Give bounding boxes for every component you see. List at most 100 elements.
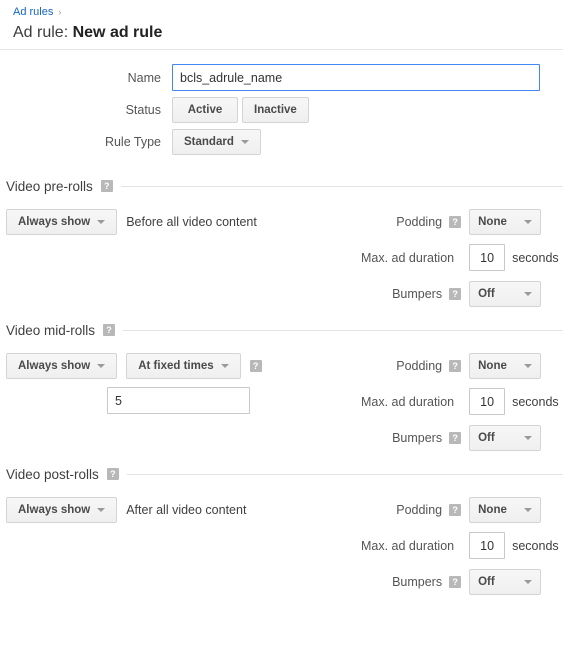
post-rolls-bumpers-dropdown[interactable]: Off — [469, 568, 542, 595]
mid-rolls-duration-control: seconds — [461, 388, 563, 415]
post-rolls-bumpers-value: Off — [478, 575, 495, 588]
mid-rolls-podding-control: None — [461, 352, 563, 379]
mid-rolls-times-wrapper — [6, 387, 361, 414]
section-video-post-rolls: Video post-rolls ? Always show After all… — [0, 463, 563, 595]
pre-rolls-podding-dropdown[interactable]: None — [469, 208, 542, 235]
chevron-down-icon — [97, 219, 106, 224]
status-active-button[interactable]: Active — [172, 97, 238, 123]
help-icon-bumpers-mid[interactable]: ? — [449, 431, 462, 444]
status-toggle-group: Active Inactive — [172, 97, 309, 123]
section-body-mid-rolls: Always show At fixed times ? Podding ? — [0, 341, 563, 451]
post-rolls-description: After all video content — [126, 502, 247, 517]
form-row-status: Status Active Inactive — [0, 97, 563, 123]
mid-rolls-podding-label: Podding — [396, 358, 443, 373]
mid-rolls-bumpers-row: Bumpers ? Off — [361, 424, 563, 451]
section-title-mid-rolls: Video mid-rolls — [6, 322, 96, 338]
post-rolls-bumpers-row: Bumpers ? Off — [361, 568, 563, 595]
breadcrumb: Ad rules › — [13, 5, 563, 19]
pre-rolls-podding-value: None — [478, 215, 507, 228]
section-body-pre-rolls: Always show Before all video content Pod… — [0, 197, 563, 307]
section-header-pre-rolls: Video pre-rolls ? — [0, 175, 563, 197]
mid-rolls-duration-row: Max. ad duration seconds — [361, 388, 563, 415]
name-label: Name — [127, 70, 161, 85]
section-title-post-rolls: Video post-rolls — [6, 466, 99, 482]
mid-rolls-bumpers-control: Off — [461, 424, 563, 451]
section-header-post-rolls: Video post-rolls ? — [0, 463, 563, 485]
chevron-down-icon — [97, 363, 106, 368]
mid-rolls-bumpers-value: Off — [478, 431, 495, 444]
pre-rolls-duration-row: Max. ad duration seconds — [361, 244, 563, 271]
mid-rolls-right-column: Podding ? None Max. ad duration seconds … — [361, 352, 563, 451]
mid-rolls-podding-value: None — [478, 359, 507, 372]
page-title-prefix: Ad rule: — [13, 24, 69, 41]
pre-rolls-left-column: Always show Before all video content — [6, 208, 361, 307]
section-header-mid-rolls: Video mid-rolls ? — [0, 319, 563, 341]
pre-rolls-podding-control: None — [461, 208, 563, 235]
spacer-before-prerolls — [0, 161, 563, 175]
spacer-before-postrolls — [0, 451, 563, 463]
pre-rolls-show-dropdown-value: Always show — [18, 215, 91, 228]
pre-rolls-bumpers-value: Off — [478, 287, 495, 300]
post-rolls-show-dropdown-value: Always show — [18, 503, 91, 516]
help-icon-podding-pre[interactable]: ? — [449, 215, 462, 228]
page-title-value: New ad rule — [72, 24, 163, 41]
status-inactive-button[interactable]: Inactive — [242, 97, 309, 123]
pre-rolls-description: Before all video content — [126, 214, 257, 229]
help-icon-podding-post[interactable]: ? — [449, 503, 462, 516]
mid-rolls-podding-dropdown[interactable]: None — [469, 352, 542, 379]
post-rolls-podding-label: Podding — [396, 502, 443, 517]
form-row-rule-type: Rule Type Standard — [0, 129, 563, 155]
mid-rolls-show-dropdown-value: Always show — [18, 359, 91, 372]
chevron-down-icon — [240, 140, 249, 144]
rule-type-dropdown[interactable]: Standard — [172, 129, 261, 155]
pre-rolls-bumpers-control: Off — [461, 280, 563, 307]
mid-rolls-timing-value: At fixed times — [138, 359, 214, 372]
pre-rolls-show-dropdown[interactable]: Always show — [6, 208, 118, 235]
mid-rolls-duration-input[interactable] — [469, 388, 506, 415]
mid-rolls-rule-row: Always show At fixed times ? — [6, 352, 361, 379]
ad-rule-form: Name Status Active Inactive Rule Type St… — [0, 50, 563, 155]
post-rolls-podding-row: Podding ? None — [361, 496, 563, 523]
help-icon-podding-mid[interactable]: ? — [449, 359, 462, 372]
post-rolls-duration-label: Max. ad duration — [361, 538, 455, 553]
help-icon-post-rolls[interactable]: ? — [106, 468, 119, 480]
pre-rolls-bumpers-dropdown[interactable]: Off — [469, 280, 542, 307]
section-divider-pre-rolls — [120, 185, 563, 187]
page-header: Ad rules › Ad rule: New ad rule — [0, 0, 563, 43]
chevron-down-icon — [524, 363, 533, 368]
status-label: Status — [125, 103, 161, 117]
post-rolls-podding-dropdown[interactable]: None — [469, 496, 542, 523]
pre-rolls-duration-input[interactable] — [469, 244, 506, 271]
mid-rolls-timing-dropdown[interactable]: At fixed times — [126, 352, 241, 379]
help-icon-pre-rolls[interactable]: ? — [100, 180, 113, 192]
chevron-down-icon — [97, 507, 106, 512]
breadcrumb-link-ad-rules[interactable]: Ad rules — [13, 5, 53, 19]
section-title-pre-rolls: Video pre-rolls — [6, 178, 93, 194]
pre-rolls-rule-row: Always show Before all video content — [6, 208, 361, 235]
chevron-down-icon — [524, 507, 533, 512]
rule-type-label: Rule Type — [104, 135, 161, 149]
pre-rolls-right-column: Podding ? None Max. ad duration seconds … — [361, 208, 563, 307]
breadcrumb-separator-icon: › — [58, 7, 62, 17]
pre-rolls-duration-label: Max. ad duration — [361, 250, 455, 265]
pre-rolls-podding-row: Podding ? None — [361, 208, 563, 235]
help-icon-mid-rolls[interactable]: ? — [103, 324, 116, 336]
help-icon-bumpers-post[interactable]: ? — [449, 575, 462, 588]
mid-rolls-bumpers-label: Bumpers — [392, 430, 443, 445]
pre-rolls-duration-unit: seconds — [512, 250, 559, 265]
post-rolls-bumpers-label: Bumpers — [392, 574, 443, 589]
help-icon-mid-rolls-timing[interactable]: ? — [249, 359, 262, 372]
help-icon-bumpers-pre[interactable]: ? — [449, 287, 462, 300]
chevron-down-icon — [524, 291, 533, 296]
section-video-mid-rolls: Video mid-rolls ? Always show At fixed t… — [0, 319, 563, 451]
post-rolls-duration-input[interactable] — [469, 532, 506, 559]
pre-rolls-duration-control: seconds — [461, 244, 563, 271]
chevron-down-icon — [524, 435, 533, 440]
mid-rolls-show-dropdown[interactable]: Always show — [6, 352, 118, 379]
post-rolls-show-dropdown[interactable]: Always show — [6, 496, 118, 523]
post-rolls-bumpers-control: Off — [461, 568, 563, 595]
name-input[interactable] — [172, 64, 540, 91]
mid-rolls-times-input[interactable] — [107, 387, 250, 414]
mid-rolls-bumpers-dropdown[interactable]: Off — [469, 424, 542, 451]
mid-rolls-duration-label: Max. ad duration — [361, 394, 455, 409]
